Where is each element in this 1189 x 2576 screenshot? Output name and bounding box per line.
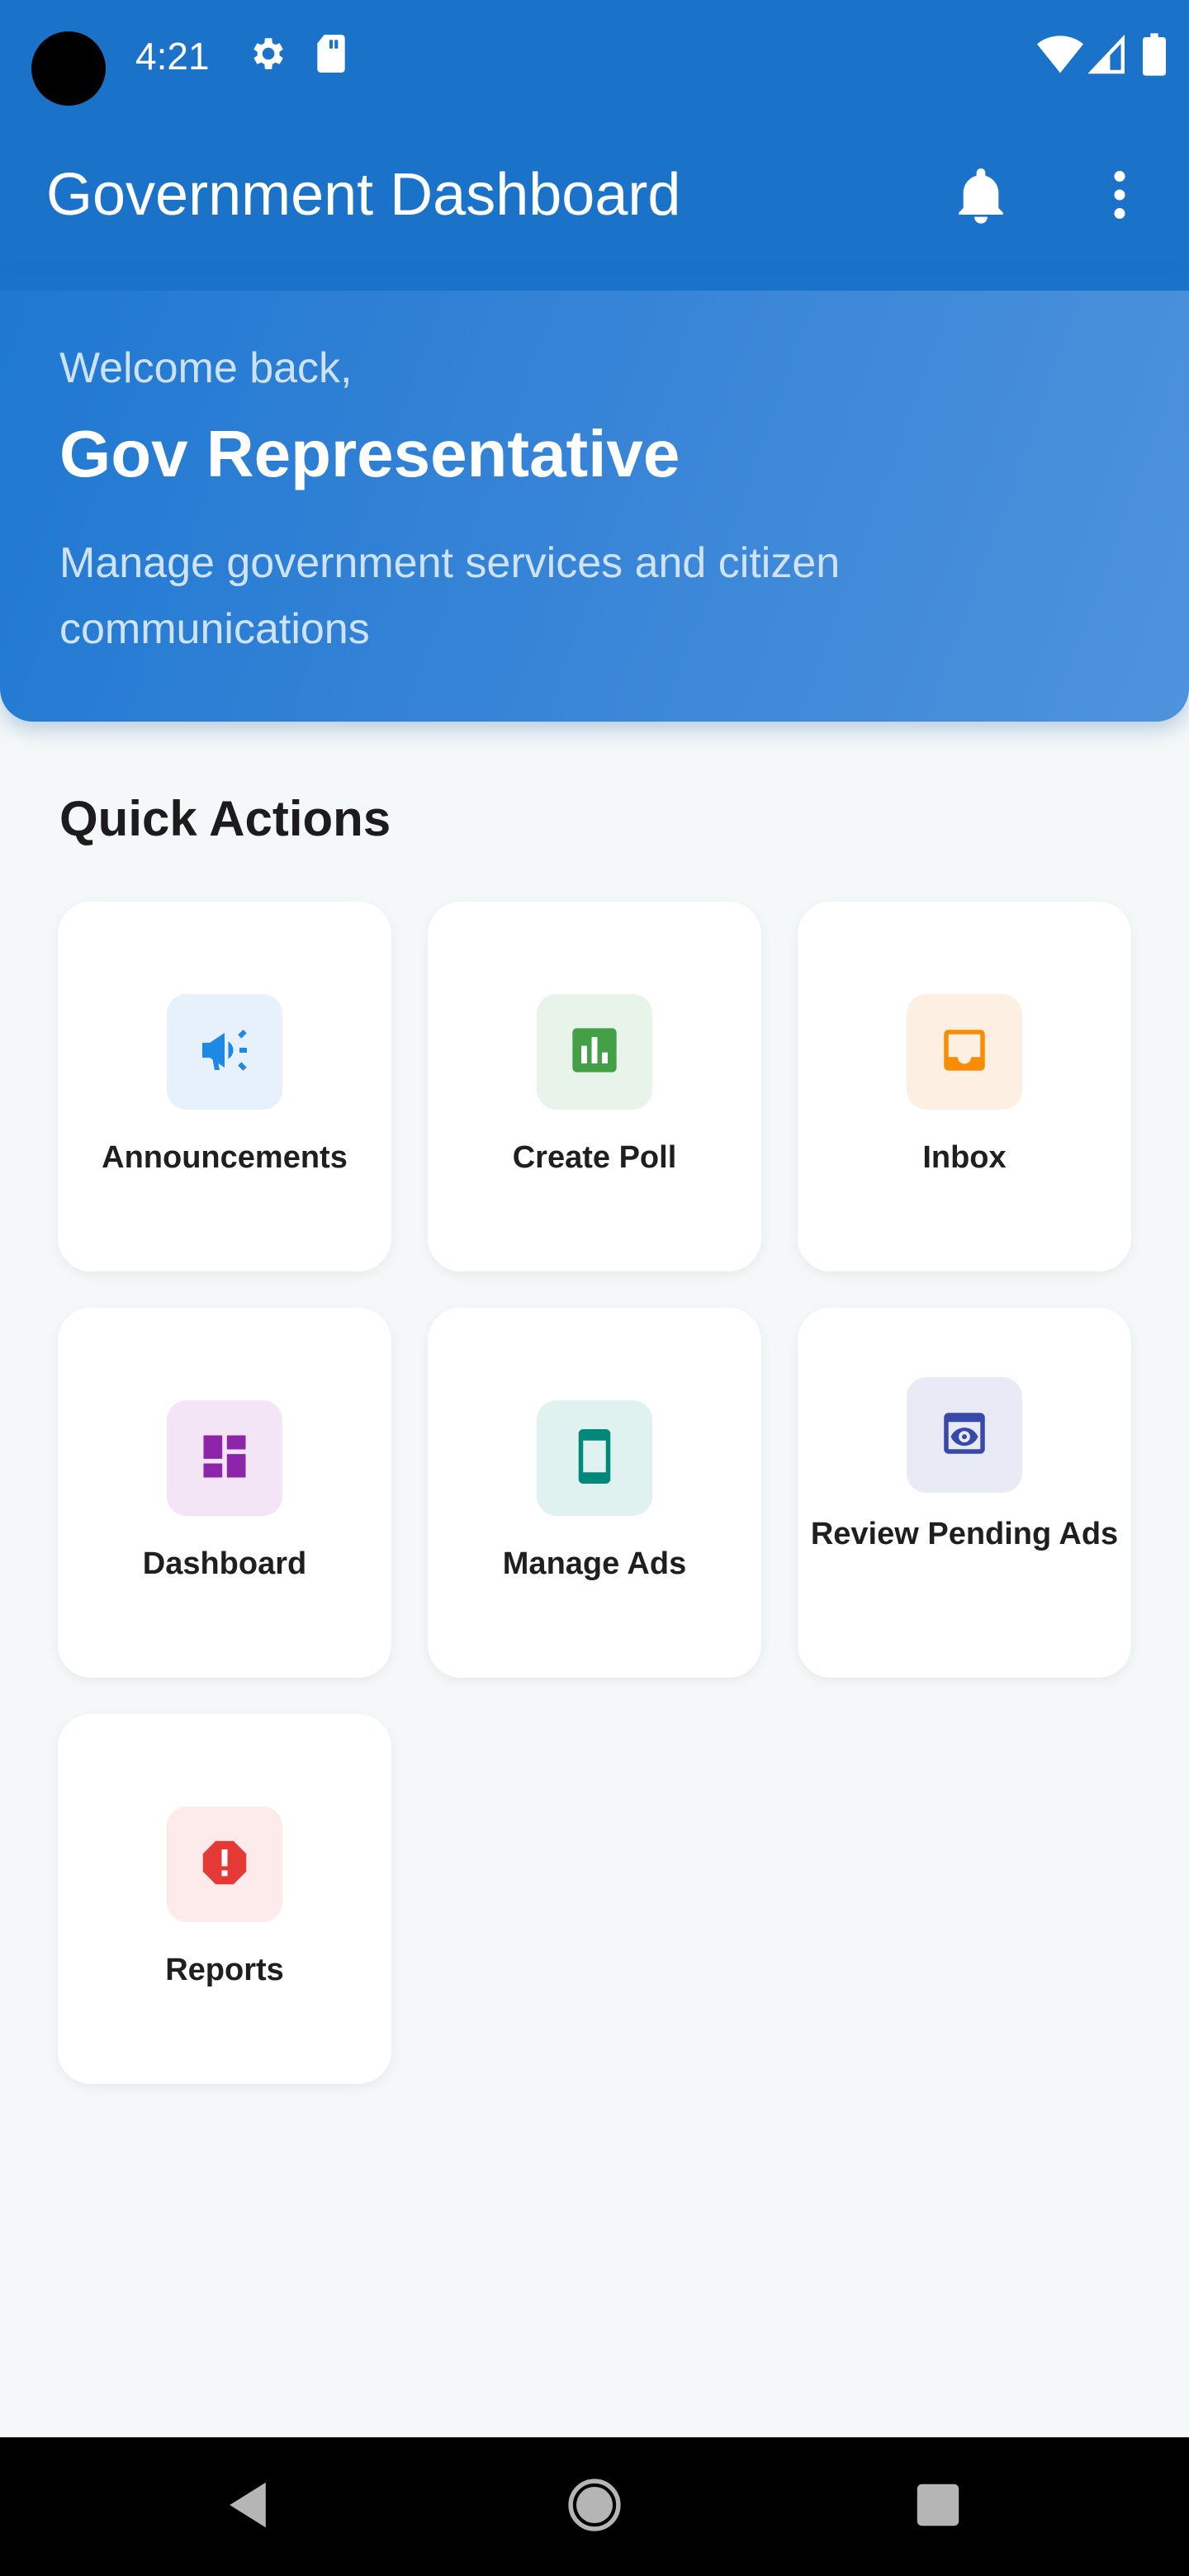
inbox-label: Inbox — [922, 1140, 1007, 1175]
more-vert-icon — [1111, 170, 1128, 224]
campaign-megaphone-icon — [195, 1020, 254, 1084]
battery-icon — [1143, 33, 1166, 80]
inbox-tray-icon — [937, 1023, 992, 1082]
signal-icon — [1087, 33, 1125, 78]
welcome-subtitle: Manage government services and citizen c… — [59, 539, 841, 653]
reports-tile[interactable]: Reports — [58, 1714, 391, 2084]
recents-icon — [915, 2482, 961, 2532]
status-bar: 4:21 — [0, 0, 1189, 116]
app-bar: Government Dashboard — [0, 116, 1189, 274]
notifications-bell-icon — [955, 165, 1007, 229]
camera-cutout — [31, 31, 106, 106]
manage-ads-icon-box — [537, 1400, 652, 1516]
home-button[interactable] — [553, 2465, 636, 2548]
home-icon — [567, 2478, 622, 2536]
create-poll-label: Create Poll — [512, 1140, 677, 1175]
system-nav-bar — [0, 2437, 1189, 2576]
inbox-icon-box — [907, 994, 1022, 1110]
app-title: Government Dashboard — [46, 162, 681, 228]
review-pending-ads-tile[interactable]: Review Pending Ads — [798, 1308, 1131, 1678]
announcements-label: Announcements — [102, 1140, 348, 1175]
dashboard-label: Dashboard — [142, 1546, 307, 1581]
create-poll-tile[interactable]: Create Poll — [428, 902, 761, 1271]
welcome-text: Welcome back, — [59, 344, 353, 392]
dashboard-grid-icon — [197, 1428, 253, 1489]
dashboard-icon-box — [167, 1400, 282, 1516]
dashboard-tile[interactable]: Dashboard — [58, 1308, 391, 1678]
back-button[interactable] — [206, 2465, 289, 2548]
create-poll-icon-box — [537, 994, 652, 1110]
inbox-tile[interactable]: Inbox — [798, 902, 1131, 1271]
back-icon — [225, 2480, 271, 2534]
more-options-button[interactable] — [1078, 155, 1161, 238]
settings-icon — [246, 33, 287, 78]
poll-chart-icon — [568, 1024, 621, 1081]
user-name: Gov Representative — [59, 417, 680, 490]
phone-ads-icon — [567, 1427, 622, 1490]
sd-card-icon — [312, 33, 350, 78]
preview-eye-icon — [937, 1406, 992, 1465]
report-alert-icon — [196, 1834, 253, 1896]
review-pending-ads-label: Review Pending Ads — [810, 1517, 1119, 1551]
reports-label: Reports — [165, 1953, 284, 1987]
announcements-tile[interactable]: Announcements — [58, 902, 391, 1271]
announcements-icon-box — [167, 994, 282, 1110]
manage-ads-label: Manage Ads — [502, 1546, 687, 1581]
welcome-banner: Welcome back, Gov Representative Manage … — [0, 274, 1189, 722]
review-pending-ads-icon-box — [907, 1377, 1022, 1493]
notifications-button[interactable] — [940, 155, 1022, 238]
reports-icon-box — [167, 1807, 282, 1922]
status-time: 4:21 — [135, 35, 210, 78]
recents-button[interactable] — [897, 2465, 979, 2548]
wifi-icon — [1037, 33, 1083, 78]
quick-actions-title: Quick Actions — [59, 791, 391, 846]
manage-ads-tile[interactable]: Manage Ads — [428, 1308, 761, 1678]
